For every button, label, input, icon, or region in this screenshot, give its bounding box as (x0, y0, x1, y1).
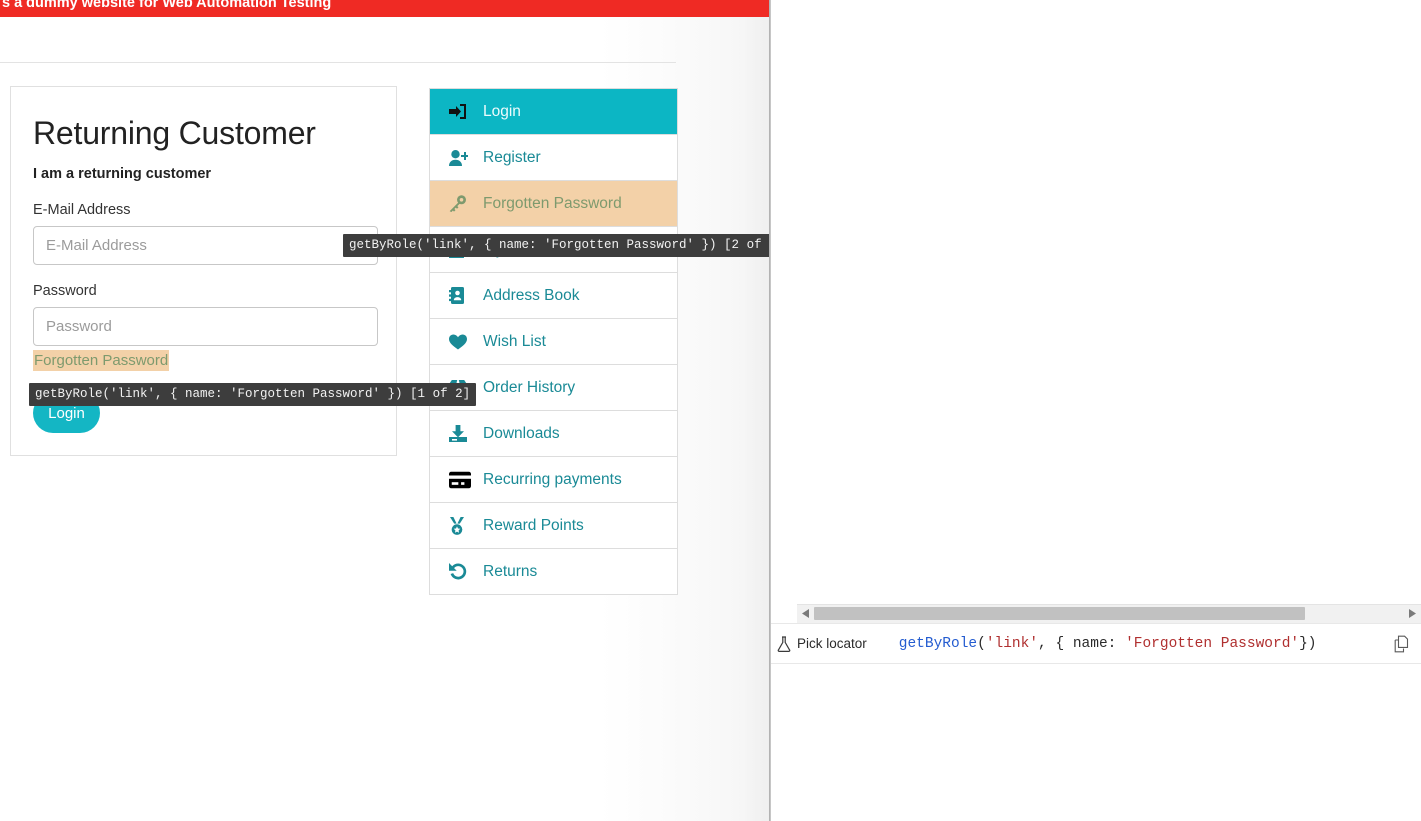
promo-banner: s a dummy website for Web Automation Tes… (0, 0, 769, 17)
login-arrow-icon (449, 103, 471, 121)
scrollbar-thumb[interactable] (814, 606, 1305, 620)
scrollbar-track[interactable] (814, 604, 1404, 623)
locator-bar: Pick locator getByRole('link', { name: '… (771, 623, 1421, 664)
pick-locator-button[interactable]: Pick locator (777, 635, 867, 652)
locator-token-key: name: (1072, 635, 1126, 652)
locator-expression[interactable]: getByRole('link', { name: 'Forgotten Pas… (899, 636, 1394, 652)
sidebar-item-label: Order History (483, 378, 576, 396)
sidebar-item-label: Login (483, 102, 521, 120)
playwright-locator-tooltip-form: getByRole('link', { name: 'Forgotten Pas… (29, 383, 477, 406)
card-subtitle: I am a returning customer (33, 166, 212, 182)
sidebar-item-login[interactable]: Login (430, 89, 677, 135)
sidebar-item-label: Forgotten Password (483, 194, 622, 212)
sidebar-item-label: Recurring payments (483, 470, 622, 488)
sidebar-item-label: Register (483, 148, 541, 166)
sidebar-item-label: Downloads (483, 424, 560, 442)
email-label: E-Mail Address (33, 202, 131, 218)
playwright-locator-tooltip-nav: getByRole('link', { name: 'Forgotten Pas… (343, 234, 769, 257)
password-field[interactable] (33, 307, 378, 346)
inspector-snapshot-area (771, 0, 1421, 602)
key-icon (449, 195, 471, 213)
sidebar-item-downloads[interactable]: Downloads (430, 411, 677, 457)
heart-icon (449, 333, 471, 351)
address-book-icon (449, 287, 471, 305)
account-nav-list: Login Register Forgotten Password My Acc… (429, 88, 678, 595)
undo-arrow-icon (449, 563, 471, 581)
locator-token-name: 'Forgotten Password' (1125, 635, 1300, 652)
credit-card-icon (449, 471, 471, 488)
triangle-right-icon[interactable] (1404, 604, 1421, 623)
password-label: Password (33, 283, 97, 299)
header-divider (0, 62, 676, 63)
locator-token-close: ) (1307, 635, 1317, 652)
browser-viewport: s a dummy website for Web Automation Tes… (0, 0, 769, 821)
inspector-log-area (771, 665, 1421, 821)
sidebar-item-forgotten-password[interactable]: Forgotten Password (430, 181, 677, 227)
sidebar-item-recurring-payments[interactable]: Recurring payments (430, 457, 677, 503)
sidebar-item-label: Returns (483, 562, 538, 580)
locator-token-brace-close: } (1299, 635, 1308, 652)
medal-icon (449, 516, 471, 535)
sidebar-item-register[interactable]: Register (430, 135, 677, 181)
forgotten-password-link[interactable]: Forgotten Password (33, 350, 170, 371)
email-field[interactable] (33, 226, 378, 265)
flask-icon (777, 635, 791, 652)
horizontal-scrollbar[interactable] (797, 604, 1421, 623)
sidebar-item-wish-list[interactable]: Wish List (430, 319, 677, 365)
sidebar-item-reward-points[interactable]: Reward Points (430, 503, 677, 549)
page-title: Returning Customer (33, 115, 316, 151)
sidebar-item-returns[interactable]: Returns (430, 549, 677, 595)
copy-icon[interactable] (1394, 635, 1411, 653)
app-root: s a dummy website for Web Automation Tes… (0, 0, 1421, 821)
locator-token-fn: getByRole (898, 635, 978, 652)
locator-token-brace-open: { (1055, 635, 1073, 652)
triangle-left-icon[interactable] (797, 604, 814, 623)
sidebar-item-label: Address Book (483, 286, 580, 304)
playwright-inspector-panel: Pick locator getByRole('link', { name: '… (771, 0, 1421, 821)
locator-token-role: 'link' (985, 635, 1039, 652)
user-plus-icon (449, 149, 471, 167)
download-icon (449, 425, 471, 443)
locator-token-comma: , (1038, 635, 1056, 652)
sidebar-item-label: Reward Points (483, 516, 584, 534)
sidebar-item-address-book[interactable]: Address Book (430, 273, 677, 319)
pick-locator-label: Pick locator (797, 636, 867, 651)
sidebar-item-label: Wish List (483, 332, 546, 350)
locator-token-open: ( (977, 635, 986, 652)
